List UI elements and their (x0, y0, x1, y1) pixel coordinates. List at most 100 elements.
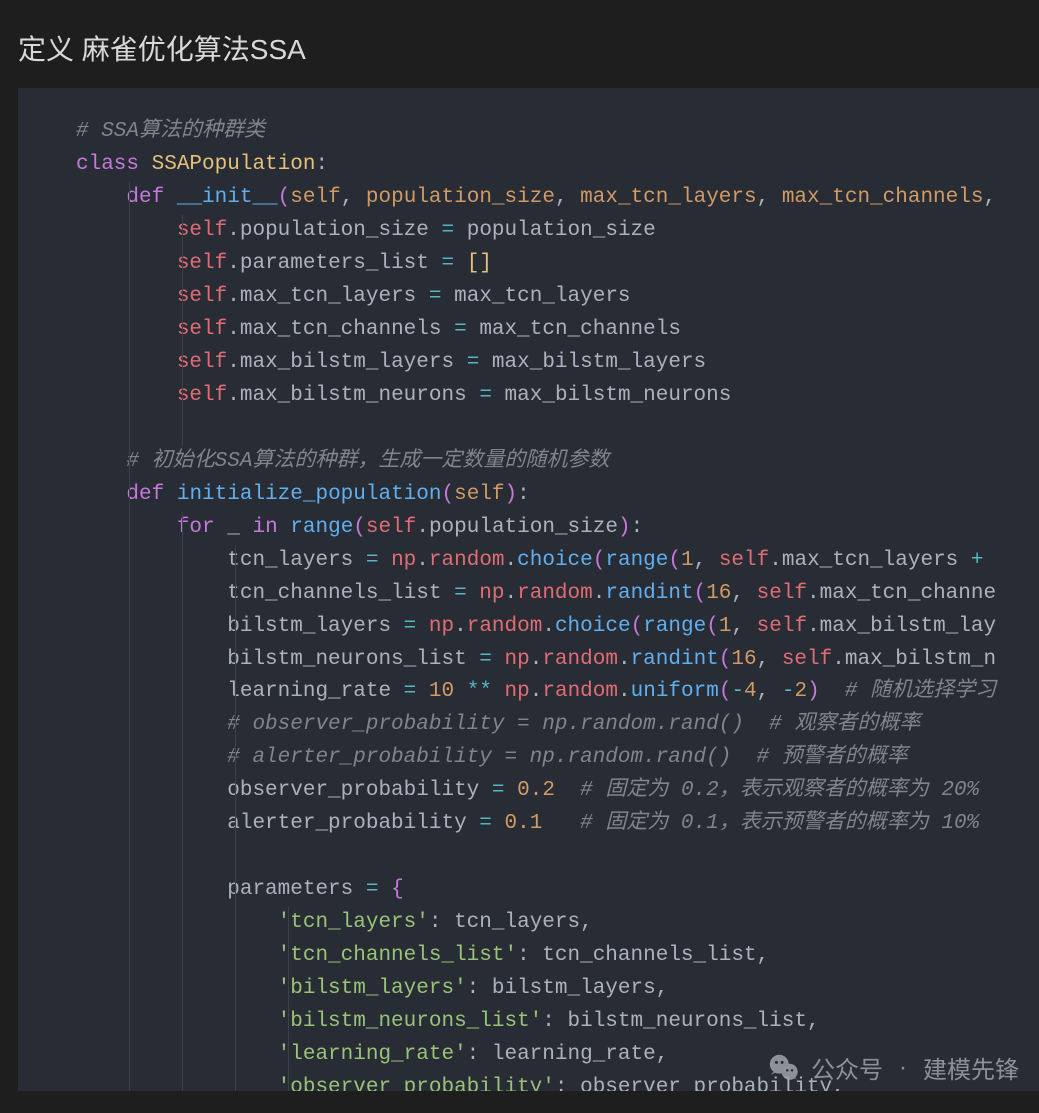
token-self: self (782, 648, 832, 671)
token-text (542, 812, 580, 835)
token-text (492, 680, 505, 703)
token-text: max_bilstm_layers (492, 351, 706, 374)
indent-guide (235, 808, 236, 841)
indent-guide (182, 742, 183, 775)
token-op: = (454, 318, 479, 341)
indent-guide (129, 314, 130, 347)
token-text: . (227, 285, 240, 308)
token-text: . (832, 648, 845, 671)
indent-guide (129, 281, 130, 314)
token-str: 'tcn_channels_list' (278, 944, 517, 967)
token-op: = (467, 351, 492, 374)
indent-guide (235, 973, 236, 1006)
token-text: : learning_rate, (467, 1043, 669, 1066)
indent-guide (182, 940, 183, 973)
token-op: = (404, 680, 429, 703)
token-paren: ) (505, 483, 518, 506)
token-text: max_bilstm_neurons (240, 384, 479, 407)
indent-guide (288, 1039, 289, 1072)
token-comment: # observer_probability = np.random.rand(… (227, 713, 920, 736)
indent-guide (129, 347, 130, 380)
token-func: range (290, 516, 353, 539)
code-line: for _ in range(self.population_size): (76, 512, 1039, 545)
indent-guide (129, 1072, 130, 1091)
code-line (76, 413, 1039, 446)
token-num: 0.1 (505, 812, 543, 835)
token-num: 10 (429, 680, 454, 703)
indent-guide (129, 248, 130, 281)
token-comment: # 随机选择学习 (845, 680, 996, 703)
token-comment: # 固定为 0.2，表示观察者的概率为 20% (580, 779, 979, 802)
indent-guide (182, 907, 183, 940)
indent-guide (182, 545, 183, 578)
indent-guide (182, 775, 183, 808)
token-attr: random (542, 680, 618, 703)
token-func: initialize_population (177, 483, 442, 506)
token-op: = (492, 779, 517, 802)
indent-guide (129, 940, 130, 973)
token-text: : (517, 483, 530, 506)
code-line: parameters = { (76, 874, 1039, 907)
token-keyword: def (126, 483, 176, 506)
token-text (555, 779, 580, 802)
token-brace: { (391, 878, 404, 901)
indent-guide (182, 644, 183, 677)
watermark-separator: · (899, 1054, 907, 1082)
token-self: self (757, 615, 807, 638)
token-text: , (757, 186, 782, 209)
indent-guide (235, 1006, 236, 1039)
token-text: , (983, 186, 996, 209)
token-text: , (694, 549, 719, 572)
token-op: ** (467, 680, 492, 703)
token-func: range (605, 549, 668, 572)
token-paren: ) (807, 680, 820, 703)
indent-guide (129, 841, 130, 874)
code-line (76, 841, 1039, 874)
token-text: population_size (429, 516, 618, 539)
indent-guide (182, 1006, 183, 1039)
indent-guide (288, 1006, 289, 1039)
token-text: . (505, 549, 518, 572)
code-line: learning_rate = 10 ** np.random.uniform(… (76, 676, 1039, 709)
code-editor[interactable]: # SSA算法的种群类 class SSAPopulation: def __i… (18, 88, 1039, 1091)
indent-guide (129, 182, 130, 215)
token-attr: np (505, 648, 530, 671)
indent-guide (129, 709, 130, 742)
token-text: . (416, 549, 429, 572)
token-self: self (177, 318, 227, 341)
token-paren: ( (593, 549, 606, 572)
token-str: 'bilstm_neurons_list' (278, 1010, 543, 1033)
indent-guide (129, 446, 130, 479)
indent-guide (129, 644, 130, 677)
indent-guide (129, 413, 130, 446)
token-paren: ( (631, 615, 644, 638)
token-self: self (177, 219, 227, 242)
code-line: # alerter_probability = np.random.rand()… (76, 742, 1039, 775)
token-class: SSAPopulation (152, 153, 316, 176)
token-keyword: for (177, 516, 227, 539)
token-text: . (227, 384, 240, 407)
token-text: . (618, 648, 631, 671)
token-comment: # 初始化SSA算法的种群，生成一定数量的随机参数 (126, 450, 609, 473)
token-num: 16 (731, 648, 756, 671)
indent-guide (129, 578, 130, 611)
token-comment: # 固定为 0.1，表示预警者的概率为 10% (580, 812, 979, 835)
indent-guide (235, 940, 236, 973)
indent-guide (129, 215, 130, 248)
token-self: self (719, 549, 769, 572)
indent-guide (182, 314, 183, 347)
indent-guide (182, 841, 183, 874)
indent-guide (235, 578, 236, 611)
indent-guide (129, 1039, 130, 1072)
token-num: 16 (706, 582, 731, 605)
token-op: = (454, 582, 479, 605)
indent-guide (235, 874, 236, 907)
token-text: . (227, 252, 240, 275)
token-func: choice (555, 615, 631, 638)
code-line: self.population_size = population_size (76, 215, 1039, 248)
code-line: def __init__(self, population_size, max_… (76, 182, 1039, 215)
token-text: bilstm_layers (227, 615, 403, 638)
token-text: . (227, 318, 240, 341)
token-func: range (643, 615, 706, 638)
token-text (454, 680, 467, 703)
